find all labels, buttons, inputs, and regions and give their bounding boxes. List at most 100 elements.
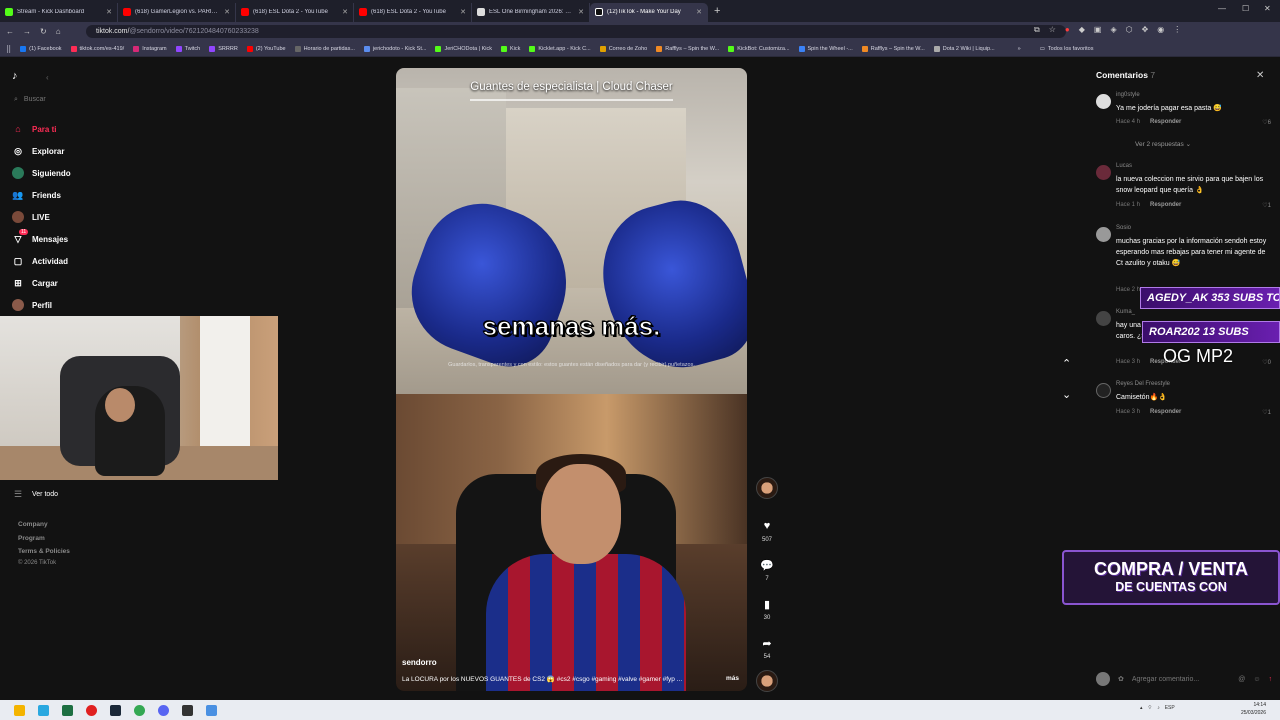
footer-link-program[interactable]: Program bbox=[18, 535, 45, 542]
comment-user[interactable]: Sosio bbox=[1116, 225, 1131, 231]
tiktok-logo-icon[interactable]: ♪ bbox=[12, 70, 18, 82]
sidebar-item-para-ti[interactable]: ⌂ Para ti bbox=[12, 123, 56, 135]
previous-video-icon[interactable]: ⌃ bbox=[1062, 357, 1071, 370]
avatar[interactable] bbox=[1096, 165, 1111, 180]
close-window-icon[interactable]: ✕ bbox=[1264, 4, 1271, 13]
sidebar-item-cargar[interactable]: ⊞ Cargar bbox=[12, 277, 58, 289]
bookmark-item[interactable]: Rafflys – Spin the W... bbox=[861, 45, 925, 52]
footer-link-company[interactable]: Company bbox=[18, 521, 48, 528]
taskbar-app-icon[interactable] bbox=[38, 704, 49, 716]
bookmark-item[interactable]: Instagram bbox=[133, 45, 167, 52]
discord-icon[interactable] bbox=[158, 704, 169, 716]
star-icon[interactable]: ☆ bbox=[1049, 25, 1056, 35]
chrome-icon[interactable] bbox=[134, 704, 145, 716]
taskbar-app-icon[interactable] bbox=[206, 704, 217, 716]
share-button[interactable]: ➦ 54 bbox=[754, 632, 780, 661]
comment-button[interactable]: 💬 7 bbox=[754, 554, 780, 583]
extension-icon[interactable]: ⬡ bbox=[1126, 25, 1133, 35]
reply-button[interactable]: Responder bbox=[1150, 409, 1181, 415]
comment-like[interactable]: ♡6 bbox=[1262, 119, 1271, 126]
sidebar-item-siguiendo[interactable]: Siguiendo bbox=[12, 167, 71, 179]
minimize-icon[interactable]: — bbox=[1218, 4, 1226, 13]
sidebar-item-friends[interactable]: 👥 Friends bbox=[12, 189, 61, 201]
avatar[interactable] bbox=[1096, 94, 1111, 109]
comment-like[interactable]: ♡0 bbox=[1262, 359, 1271, 366]
opera-icon[interactable] bbox=[86, 704, 97, 716]
bookmark-item[interactable]: JeriCHODota | Kick bbox=[435, 45, 492, 52]
browser-tab[interactable]: (618) GamerLegion vs. PARIVISION ✕ bbox=[118, 2, 236, 22]
extension-icon[interactable]: ● bbox=[1065, 25, 1070, 35]
close-tab-icon[interactable]: ✕ bbox=[460, 8, 466, 16]
send-icon[interactable]: ↑ bbox=[1269, 676, 1273, 683]
like-button[interactable]: ♥ 507 bbox=[754, 515, 780, 543]
comment-user[interactable]: Kuma_ bbox=[1116, 309, 1135, 315]
search-input[interactable]: ⌕ Buscar bbox=[14, 96, 46, 104]
menu-icon[interactable]: ⋮ bbox=[1173, 25, 1181, 35]
emoji-icon[interactable]: ☺ bbox=[1253, 676, 1260, 683]
maximize-icon[interactable]: ☐ bbox=[1242, 4, 1249, 13]
view-replies-button[interactable]: Ver 2 respuestas ⌄ bbox=[1135, 140, 1191, 148]
forward-icon[interactable]: → bbox=[23, 27, 31, 36]
all-favorites[interactable]: ▭ Todos los favoritos bbox=[1040, 46, 1094, 52]
bookmark-item[interactable]: SRRRR bbox=[209, 45, 238, 52]
see-all-button[interactable]: ☰ Ver todo bbox=[12, 488, 58, 500]
music-disc-avatar[interactable] bbox=[756, 670, 778, 692]
avatar[interactable] bbox=[1096, 311, 1111, 326]
close-tab-icon[interactable]: ✕ bbox=[224, 8, 230, 16]
reply-button[interactable]: Responder bbox=[1150, 202, 1181, 208]
volume-icon[interactable]: ♪ bbox=[1157, 705, 1160, 711]
bookmark-item[interactable]: KickBot: Customiza... bbox=[728, 45, 790, 52]
apps-icon[interactable]: ⣿ bbox=[6, 45, 11, 53]
browser-tab[interactable]: (618) ESL Dota 2 - YouTube ✕ bbox=[236, 2, 354, 22]
video-player[interactable]: Guantes de especialista | Cloud Chaser s… bbox=[396, 68, 747, 691]
language-indicator[interactable]: ESP bbox=[1165, 705, 1175, 711]
sidebar-item-live[interactable]: LIVE bbox=[12, 211, 50, 223]
bookmark-item[interactable]: Dota 2 Wiki | Liquip... bbox=[933, 45, 995, 52]
bookmark-item[interactable]: tiktok.com/es-419/ bbox=[70, 45, 124, 52]
cast-icon[interactable]: ⧉ bbox=[1034, 25, 1040, 35]
video-author[interactable]: sendorro bbox=[402, 658, 437, 667]
obs-icon[interactable] bbox=[182, 704, 193, 716]
sidebar-item-explorar[interactable]: ◎ Explorar bbox=[12, 145, 64, 157]
creator-avatar[interactable] bbox=[756, 477, 778, 499]
comment-user[interactable]: ing0style bbox=[1116, 92, 1140, 98]
sidebar-item-actividad[interactable]: ▢ Actividad bbox=[12, 255, 68, 267]
comment-user[interactable]: Reyes Del Freestyle bbox=[1116, 381, 1170, 387]
reply-button[interactable]: Responder bbox=[1150, 119, 1181, 125]
bookmark-item[interactable]: Kicklet.app - Kick C... bbox=[529, 45, 591, 52]
save-button[interactable]: ▮ 30 bbox=[754, 593, 780, 622]
footer-link-terms[interactable]: Terms & Policies bbox=[18, 548, 70, 555]
browser-tab[interactable]: (618) ESL Dota 2 - YouTube ✕ bbox=[354, 2, 472, 22]
clock[interactable]: 14:14 25/03/2026 bbox=[1241, 701, 1266, 717]
browser-tab[interactable]: ESL One Birmingham 2026: Grou ✕ bbox=[472, 2, 590, 22]
gift-icon[interactable]: ✿ bbox=[1118, 675, 1124, 683]
tray-icon[interactable]: ▴ bbox=[1140, 705, 1143, 711]
profile-avatar-icon[interactable]: ◉ bbox=[1157, 25, 1164, 35]
bookmark-item[interactable]: Horario de partidas... bbox=[294, 45, 355, 52]
bookmark-item[interactable]: (1) Facebook bbox=[20, 45, 62, 52]
excel-icon[interactable] bbox=[62, 704, 73, 716]
comment-input[interactable]: ✿ Agregar comentario... @ ☺ ↑ bbox=[1096, 671, 1272, 687]
next-video-icon[interactable]: ⌄ bbox=[1062, 388, 1071, 401]
close-tab-icon[interactable]: ✕ bbox=[696, 8, 702, 16]
bookmark-item[interactable]: Rafflys – Spin the W... bbox=[656, 45, 719, 52]
extension-icon[interactable]: ◈ bbox=[1110, 25, 1116, 35]
bookmark-item[interactable]: Twitch bbox=[175, 45, 200, 52]
file-explorer-icon[interactable] bbox=[14, 704, 25, 716]
bookmark-item[interactable]: Spin the Wheel -... bbox=[798, 45, 853, 52]
bookmark-item[interactable]: (2) YouTube bbox=[246, 45, 286, 52]
browser-tab[interactable]: Stream - Kick Dashboard ✕ bbox=[0, 2, 118, 22]
bookmark-item[interactable]: Kick bbox=[501, 45, 520, 52]
back-icon[interactable]: ← bbox=[6, 27, 14, 36]
bookmark-item[interactable]: jerichodoto - Kick St... bbox=[363, 45, 426, 52]
comment-user[interactable]: Lucas bbox=[1116, 163, 1132, 169]
bookmark-item[interactable]: Correo de Zoho bbox=[599, 45, 647, 52]
steam-icon[interactable] bbox=[110, 704, 121, 716]
home-button-icon[interactable]: ⌂ bbox=[56, 27, 61, 36]
browser-tab-active[interactable]: (12)TikTok - Make Your Day ✕ bbox=[590, 2, 708, 22]
close-tab-icon[interactable]: ✕ bbox=[106, 8, 112, 16]
mention-icon[interactable]: @ bbox=[1238, 676, 1245, 683]
new-tab-button[interactable]: + bbox=[708, 5, 726, 17]
sidebar-item-perfil[interactable]: Perfil bbox=[12, 299, 52, 311]
network-icon[interactable]: ⌔ bbox=[1148, 705, 1153, 711]
